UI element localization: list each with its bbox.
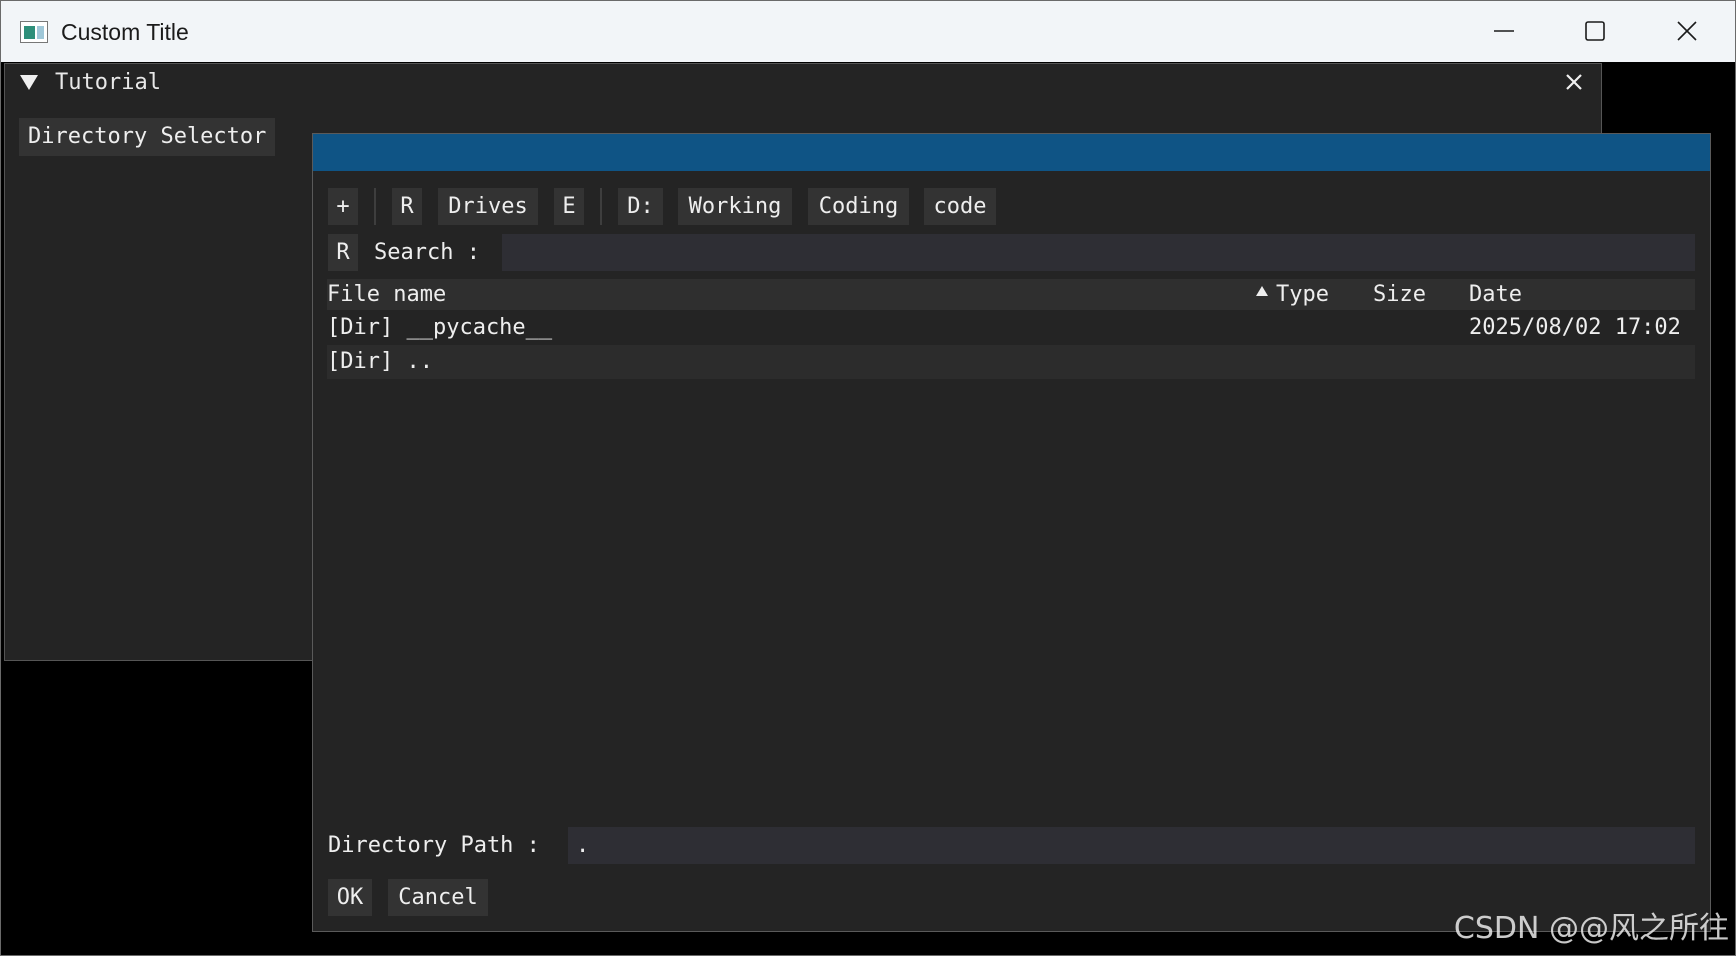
minimize-icon (1494, 30, 1514, 32)
row-date: 2025/08/02 17:02 (1469, 315, 1681, 340)
directory-path-label: Directory Path : (328, 833, 540, 858)
column-header-size[interactable]: Size (1373, 279, 1426, 311)
ok-button[interactable]: OK (328, 879, 372, 916)
reset-path-button[interactable]: R (392, 188, 422, 225)
cancel-button[interactable]: Cancel (388, 879, 488, 916)
drives-button[interactable]: Drives (438, 188, 538, 225)
path-button-coding[interactable]: Coding (808, 188, 909, 225)
close-window-button[interactable] (1651, 9, 1723, 53)
edit-path-button[interactable]: E (554, 188, 584, 225)
tutorial-title-bar[interactable]: Tutorial (5, 64, 1601, 100)
toolbar-separator (600, 188, 602, 225)
directory-path-input[interactable]: . (568, 827, 1695, 864)
sort-ascending-icon (1256, 286, 1268, 296)
app-window: Custom Title Tutorial Directory Selector… (0, 0, 1736, 956)
tutorial-title: Tutorial (55, 70, 161, 95)
toolbar-separator (374, 188, 376, 225)
close-icon (1566, 74, 1582, 90)
app-icon (20, 21, 48, 43)
add-place-button[interactable]: + (328, 188, 358, 225)
path-button-code[interactable]: code (924, 188, 996, 225)
window-title: Custom Title (61, 19, 189, 45)
search-label: Search : (374, 240, 480, 265)
column-header-type[interactable]: Type (1276, 279, 1329, 311)
table-row[interactable]: [Dir] __pycache__ 2025/08/02 17:02 (327, 311, 1695, 345)
path-button-working[interactable]: Working (678, 188, 792, 225)
table-row[interactable]: [Dir] .. (327, 345, 1695, 379)
watermark: CSDN @@风之所往 (1453, 911, 1729, 946)
column-header-file-name[interactable]: File name (327, 279, 446, 311)
row-file-name: [Dir] .. (327, 349, 433, 374)
minimize-button[interactable] (1468, 9, 1540, 53)
column-header-date[interactable]: Date (1469, 279, 1522, 311)
window-title-bar[interactable]: Custom Title (1, 1, 1735, 62)
close-icon (1677, 21, 1697, 41)
row-file-name: [Dir] __pycache__ (327, 315, 553, 340)
collapse-arrow-icon[interactable] (20, 75, 38, 90)
path-button-drive[interactable]: D: (618, 188, 663, 225)
directory-dialog: + R Drives E D: Working Coding code R Se… (312, 133, 1711, 932)
file-table-header: File name Type Size Date (327, 279, 1695, 310)
maximize-button[interactable] (1559, 9, 1631, 53)
search-reset-button[interactable]: R (328, 234, 358, 271)
maximize-icon (1585, 21, 1605, 41)
tutorial-close-button[interactable] (1565, 73, 1583, 95)
search-input[interactable] (502, 234, 1695, 271)
directory-selector-button[interactable]: Directory Selector (19, 118, 276, 156)
dialog-title-bar[interactable] (313, 134, 1710, 171)
